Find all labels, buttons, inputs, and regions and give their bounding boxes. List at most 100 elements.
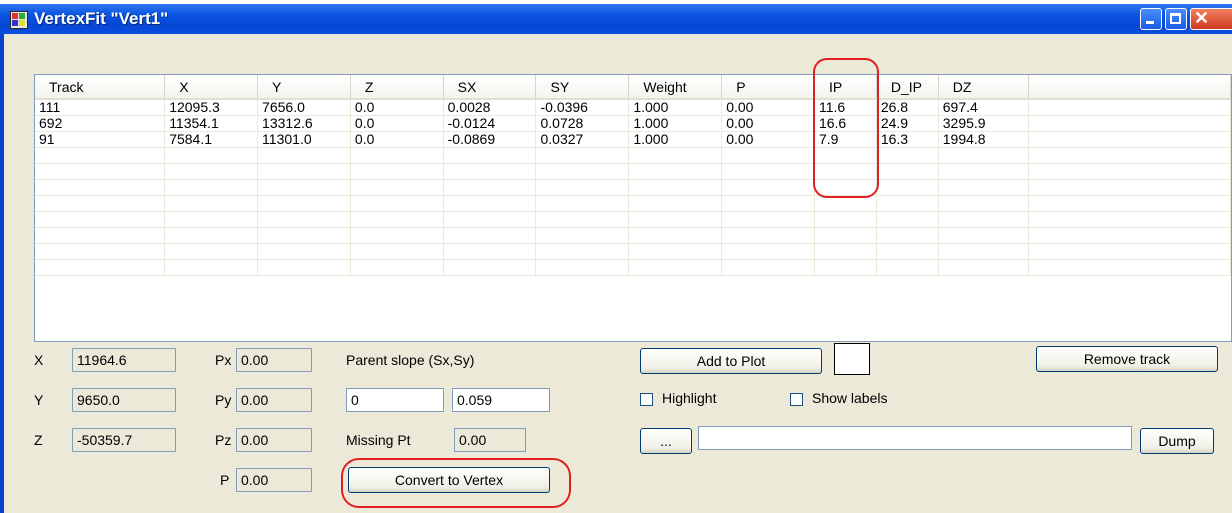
empty-cell — [350, 163, 444, 180]
table-cell: 0.0728 — [535, 115, 630, 132]
table-cell: 16.6 — [814, 115, 877, 132]
empty-row — [35, 259, 1231, 276]
empty-cell — [350, 243, 444, 260]
empty-cell — [350, 211, 444, 228]
track-table[interactable]: Track X Y Z SX SY Weight P IP D_IP DZ 111 12095.3 76… — [34, 74, 1232, 342]
highlight-checkbox[interactable] — [640, 393, 653, 406]
empty-cell — [164, 243, 259, 260]
vertexfit-window: VertexFit "Vert1" ✕ Track X Y Z SX SY Weight P I… — [0, 4, 1232, 513]
parent-slope-label: Parent slope (Sx,Sy) — [346, 352, 475, 368]
empty-cell — [164, 179, 259, 196]
maximize-icon — [1170, 13, 1181, 24]
column-header-p[interactable]: P — [721, 75, 815, 100]
empty-cell — [628, 195, 723, 212]
show-labels-checkbox[interactable] — [790, 393, 803, 406]
parent-sx-input[interactable]: 0 — [346, 388, 444, 412]
table-cell: 0.0028 — [443, 99, 537, 116]
table-row[interactable]: 91 7584.1 11301.0 0.0 -0.0869 0.0327 1.000 0.00… — [35, 131, 1231, 148]
x-value-field: 11964.6 — [72, 348, 176, 372]
empty-cell — [628, 259, 723, 276]
column-header-sx[interactable]: SX — [443, 75, 537, 100]
empty-cell — [721, 147, 815, 164]
app-icon[interactable] — [10, 11, 28, 29]
x-label: X — [34, 352, 44, 368]
table-row[interactable]: 111 12095.3 7656.0 0.0 0.0028 -0.0396 1.000 0.0… — [35, 99, 1231, 116]
empty-cell — [443, 179, 537, 196]
empty-cell — [876, 227, 939, 244]
empty-cell — [938, 179, 1029, 196]
column-header-filler — [1028, 75, 1231, 100]
empty-cell — [535, 179, 630, 196]
empty-cell — [1028, 195, 1231, 212]
empty-cell — [1028, 211, 1231, 228]
table-cell-filler — [1028, 131, 1231, 148]
dump-path-input[interactable] — [698, 426, 1132, 450]
empty-cell — [443, 243, 537, 260]
empty-cell — [443, 211, 537, 228]
empty-cell — [257, 195, 351, 212]
empty-cell — [164, 195, 259, 212]
column-header-sy[interactable]: SY — [535, 75, 630, 100]
table-cell: 24.9 — [876, 115, 939, 132]
py-value-field: 0.00 — [236, 388, 312, 412]
empty-cell — [257, 163, 351, 180]
table-cell: 0.0327 — [535, 131, 630, 148]
empty-cell — [1028, 259, 1231, 276]
pz-label: Pz — [215, 432, 232, 448]
empty-cell — [721, 195, 815, 212]
column-header-x[interactable]: X — [164, 75, 259, 100]
empty-cell — [443, 163, 537, 180]
empty-cell — [164, 147, 259, 164]
missing-pt-field: 0.00 — [454, 428, 526, 452]
px-label: Px — [215, 352, 232, 368]
title-bar[interactable]: VertexFit "Vert1" ✕ — [0, 4, 1232, 34]
table-cell: 1.000 — [628, 115, 723, 132]
close-icon: ✕ — [1194, 8, 1210, 28]
empty-cell — [938, 163, 1029, 180]
empty-cell — [257, 227, 351, 244]
z-label: Z — [34, 432, 43, 448]
table-cell: 91 — [35, 131, 166, 148]
column-header-ip[interactable]: IP — [814, 75, 877, 100]
add-to-plot-button[interactable]: Add to Plot — [640, 348, 822, 374]
parent-sy-input[interactable]: 0.059 — [452, 388, 550, 412]
column-header-d-ip[interactable]: D_IP — [876, 75, 939, 100]
convert-to-vertex-button[interactable]: Convert to Vertex — [348, 467, 550, 493]
empty-cell — [814, 163, 877, 180]
table-cell: 7.9 — [814, 131, 877, 148]
empty-cell — [443, 195, 537, 212]
close-button[interactable]: ✕ — [1190, 8, 1232, 30]
table-cell: 13312.6 — [257, 115, 351, 132]
table-cell: 697.4 — [938, 99, 1029, 116]
empty-cell — [535, 147, 630, 164]
empty-cell — [721, 211, 815, 228]
minimize-button[interactable] — [1140, 8, 1162, 30]
table-cell: 7584.1 — [164, 131, 259, 148]
dump-button[interactable]: Dump — [1140, 428, 1214, 454]
maximize-button[interactable] — [1165, 8, 1187, 30]
empty-cell — [938, 211, 1029, 228]
color-swatch[interactable] — [834, 343, 870, 375]
column-header-dz[interactable]: DZ — [938, 75, 1029, 100]
p-value-field: 0.00 — [236, 468, 312, 492]
table-row[interactable]: 692 11354.1 13312.6 0.0 -0.0124 0.0728 1.000 0.… — [35, 115, 1231, 132]
remove-track-button[interactable]: Remove track — [1036, 346, 1218, 372]
empty-cell — [164, 163, 259, 180]
column-header-track[interactable]: Track — [35, 75, 166, 100]
table-cell: 0.00 — [721, 99, 815, 116]
column-header-y[interactable]: Y — [257, 75, 351, 100]
empty-cell — [876, 195, 939, 212]
table-cell: -0.0869 — [443, 131, 537, 148]
column-header-weight[interactable]: Weight — [628, 75, 723, 100]
empty-cell — [35, 227, 166, 244]
table-cell: 0.0 — [350, 115, 444, 132]
empty-cell — [35, 179, 166, 196]
column-header-z[interactable]: Z — [350, 75, 444, 100]
empty-cell — [721, 243, 815, 260]
table-cell: 692 — [35, 115, 166, 132]
table-cell: 11.6 — [814, 99, 877, 116]
table-cell: 111 — [35, 99, 166, 116]
empty-cell — [628, 179, 723, 196]
table-cell: 0.00 — [721, 115, 815, 132]
browse-button[interactable]: ... — [640, 428, 692, 454]
